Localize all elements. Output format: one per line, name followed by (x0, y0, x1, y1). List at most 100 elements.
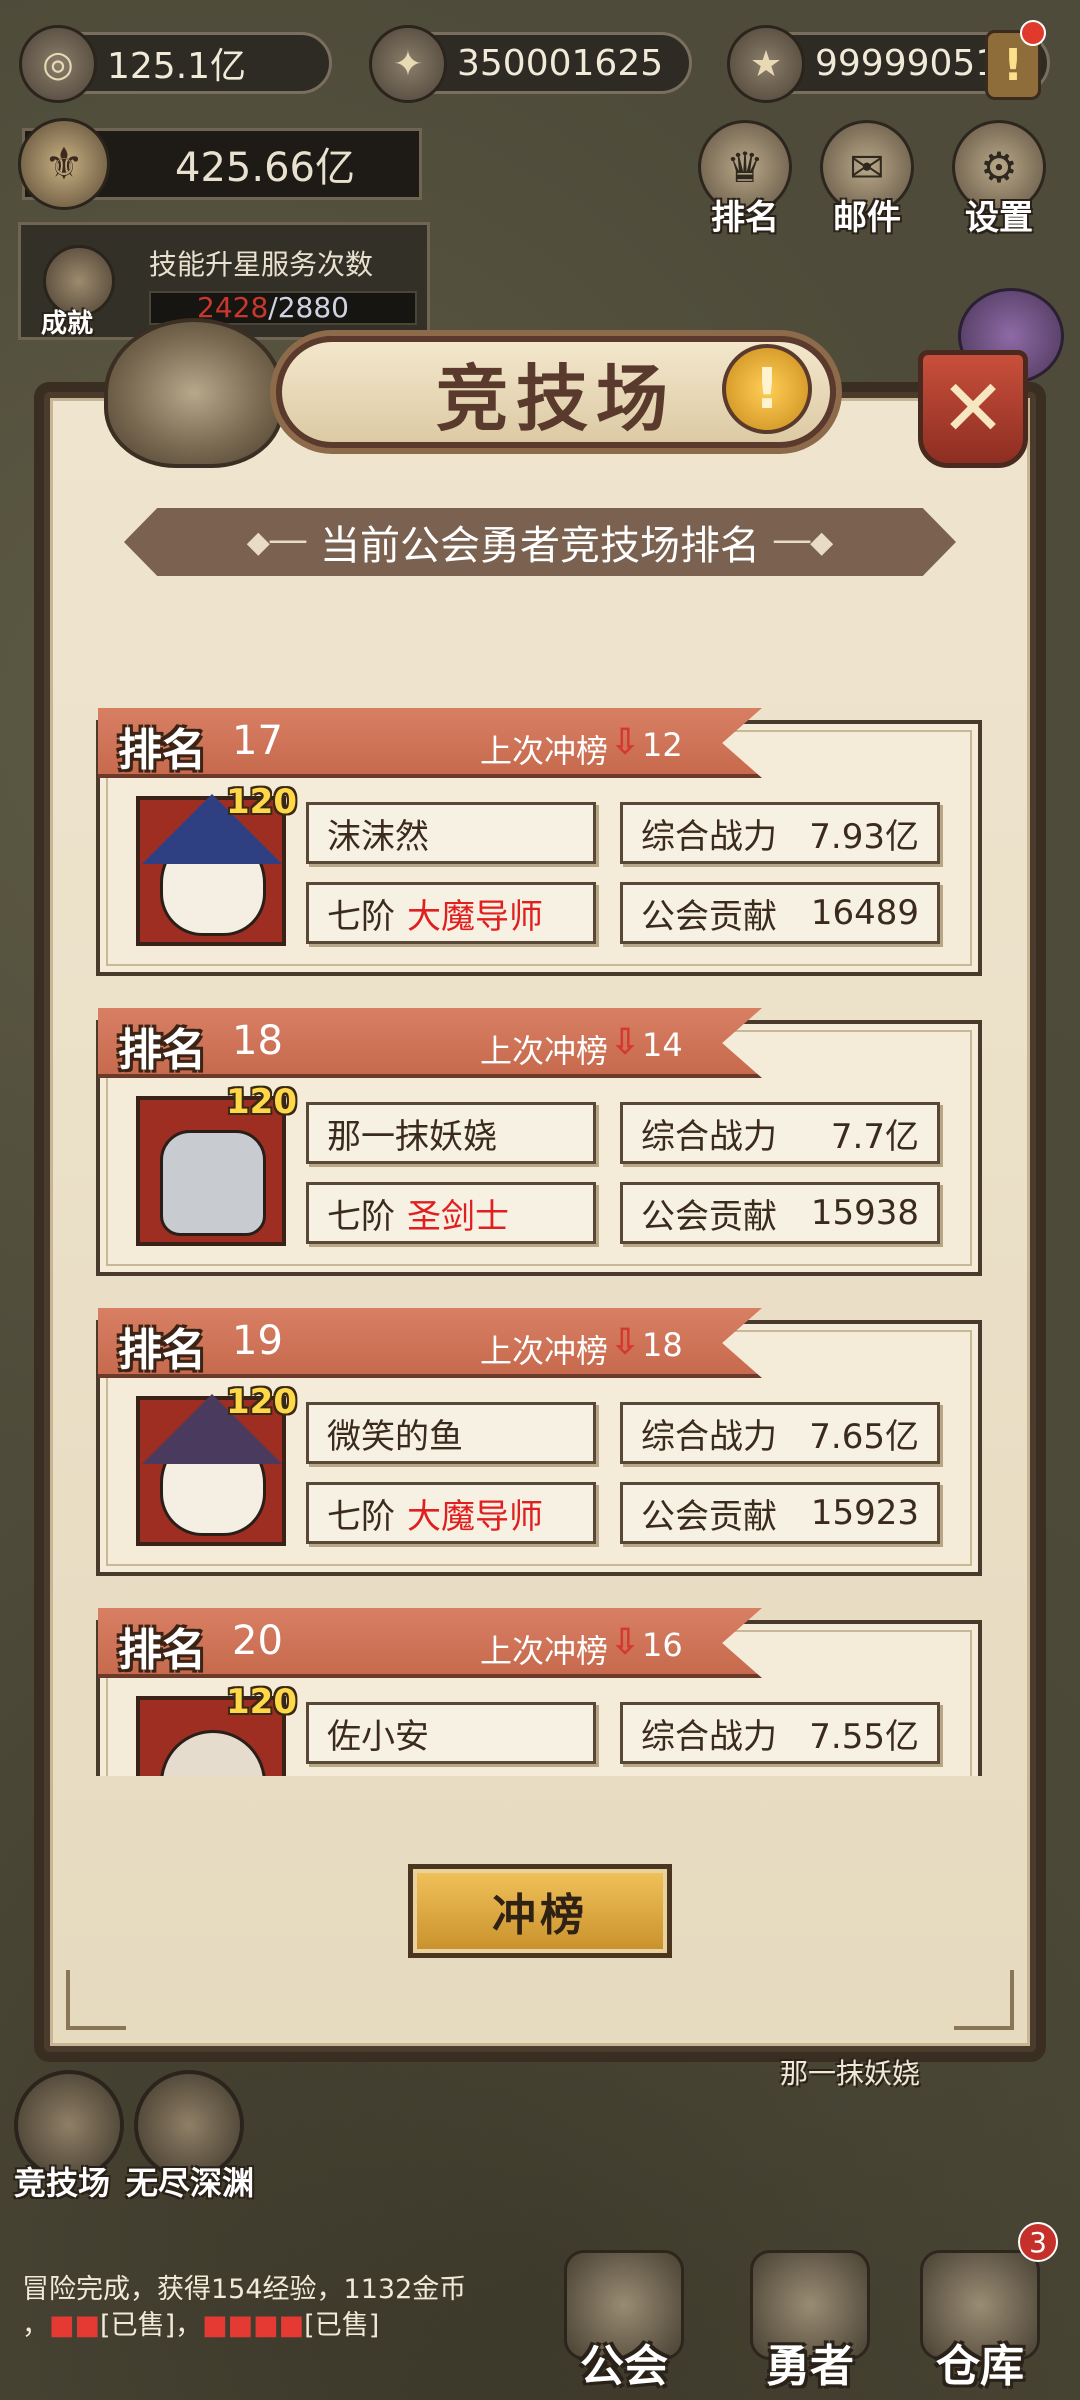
power-value: 7.55亿 (809, 1716, 919, 1757)
rank-banner: 排名 19 上次冲榜 ⇩ 18 (98, 1308, 762, 1378)
down-arrow-icon: ⇩ (610, 1322, 641, 1363)
log-item: ■■■■ (202, 2310, 305, 2341)
achievement-label: 成就 (41, 309, 94, 339)
power-value: 7.65亿 (809, 1416, 919, 1457)
subtitle-text: 当前公会勇者竞技场排名 (320, 523, 760, 569)
hero-name: 微笑的鱼 (306, 1402, 596, 1464)
ranking-list[interactable]: 排名 17 上次冲榜 ⇩ 12 120 沫沫然 七阶 大魔导师 综合战力 7.93亿… (96, 700, 986, 1776)
log-line: ，■■[已售]，■■■■[已售] (22, 2308, 492, 2344)
rank-banner: 排名 17 上次冲榜 ⇩ 12 (98, 708, 762, 778)
log-text: ， (22, 2310, 49, 2341)
warehouse-badge: 3 (1018, 2222, 1058, 2262)
hero-power: 综合战力 7.93亿 (620, 802, 940, 864)
rank-number: 20 (232, 1618, 283, 1664)
contribution-value: 16489 (810, 893, 919, 933)
rank-banner: 排名 20 上次冲榜 ⇩ 16 (98, 1608, 762, 1678)
rank-banner: 排名 18 上次冲榜 ⇩ 14 (98, 1008, 762, 1078)
hero-level: 120 (226, 1082, 297, 1122)
arena-emblem-icon (104, 318, 284, 468)
power-value: 7.93亿 (809, 816, 919, 857)
hero-level: 120 (226, 1382, 297, 1422)
divider-ornament: ──◆ (774, 524, 834, 560)
settings-button[interactable]: ⚙ 设置 (944, 120, 1054, 240)
power-emblem-icon: ⚜ (18, 118, 110, 210)
ranking-entry[interactable]: 排名 20 上次冲榜 ⇩ 16 120 佐小安 综合战力 7.55亿 (96, 1600, 986, 1776)
hero-class-name: 圣剑士 (407, 1196, 509, 1237)
log-item: ■■ (49, 2310, 101, 2341)
last-charge-value: 14 (642, 1026, 683, 1064)
hero-level: 120 (226, 1682, 297, 1722)
divider-ornament: ◆── (246, 524, 306, 560)
contribution-value: 15923 (810, 1493, 919, 1533)
hero-class: 七阶 大魔导师 (306, 882, 596, 944)
rank-label: 排名 (118, 1625, 206, 1676)
notification-dot (1020, 20, 1046, 46)
contribution-label: 公会贡献 (641, 1196, 777, 1237)
power-value: 7.7亿 (830, 1116, 919, 1157)
hero-class: 七阶 圣剑士 (306, 1182, 596, 1244)
hero-contribution: 公会贡献 15923 (620, 1482, 940, 1544)
gold-coin-icon: ◎ (19, 25, 97, 103)
contribution-value: 15938 (810, 1193, 919, 1233)
rank-button-label: 排名 (711, 198, 779, 238)
down-arrow-icon: ⇩ (610, 1622, 641, 1663)
rank-label: 排名 (118, 1325, 206, 1376)
ranking-entry[interactable]: 排名 18 上次冲榜 ⇩ 14 120 那一抹妖娆 七阶 圣剑士 综合战力 7.7亿… (96, 1000, 986, 1276)
hero-tier: 七阶 (327, 1496, 395, 1537)
power-label: 综合战力 (641, 1416, 777, 1457)
close-button[interactable]: ✕ (918, 350, 1028, 468)
nav-hero-label: 勇者 (766, 2341, 854, 2392)
hero-level: 120 (226, 782, 297, 822)
gold-counter: ◎ 125.1亿 (19, 25, 332, 103)
last-charge-value: 16 (642, 1626, 683, 1664)
hero-power: 综合战力 7.65亿 (620, 1402, 940, 1464)
adventure-log: 冒险完成，获得154经验，1132金币 ，■■[已售]，■■■■[已售] (22, 2272, 492, 2344)
charge-rank-button[interactable]: 冲榜 (408, 1864, 672, 1958)
arena-label: 竞技场 (14, 2164, 111, 2202)
last-charge-label: 上次冲榜 (480, 732, 609, 770)
hero-power: 综合战力 7.55亿 (620, 1702, 940, 1764)
nav-warehouse-label: 仓库 (936, 2341, 1024, 2392)
mail-button[interactable]: ✉ 邮件 (812, 120, 922, 240)
nav-guild-label: 公会 (580, 2341, 668, 2392)
info-icon[interactable]: ! (722, 344, 812, 434)
corner-ornament (66, 1970, 126, 2030)
rank-label: 排名 (118, 1025, 206, 1076)
nav-guild[interactable]: 公会 (534, 2250, 714, 2400)
hero-name: 沫沫然 (306, 802, 596, 864)
nav-warehouse[interactable]: 仓库 (890, 2250, 1070, 2400)
power-label: 综合战力 (641, 1716, 777, 1757)
hero-contribution: 公会贡献 15938 (620, 1182, 940, 1244)
down-arrow-icon: ⇩ (610, 1022, 641, 1063)
last-charge-label: 上次冲榜 (480, 1032, 609, 1070)
hero-contribution: 公会贡献 16489 (620, 882, 940, 944)
contribution-label: 公会贡献 (641, 1496, 777, 1537)
hero-class: 七阶 大魔导师 (306, 1482, 596, 1544)
last-charge-label: 上次冲榜 (480, 1332, 609, 1370)
log-text: [已售] (304, 2310, 380, 2341)
rank-number: 18 (232, 1018, 283, 1064)
service-title: 技能升星服务次数 (149, 248, 374, 281)
last-charge-value: 18 (642, 1326, 683, 1364)
gem-value: 350001625 (457, 42, 664, 84)
ranking-entry[interactable]: 排名 17 上次冲榜 ⇩ 12 120 沫沫然 七阶 大魔导师 综合战力 7.93亿… (96, 700, 986, 976)
settings-button-label: 设置 (965, 198, 1033, 238)
star-icon: ★ (727, 25, 805, 103)
gold-value: 125.1亿 (107, 46, 247, 87)
last-charge-value: 12 (642, 726, 683, 764)
hero-name: 那一抹妖娆 (306, 1102, 596, 1164)
hero-tier: 七阶 (327, 896, 395, 937)
service-max: /2880 (268, 291, 349, 324)
rank-number: 19 (232, 1318, 283, 1364)
ranking-entry[interactable]: 排名 19 上次冲榜 ⇩ 18 120 微笑的鱼 七阶 大魔导师 综合战力 7.65… (96, 1300, 986, 1576)
gem-counter: ✦ 350001625 (369, 25, 692, 103)
hero-tier: 七阶 (327, 1196, 395, 1237)
down-arrow-icon: ⇩ (610, 722, 641, 763)
nav-hero[interactable]: 勇者 (720, 2250, 900, 2400)
last-charge-label: 上次冲榜 (480, 1632, 609, 1670)
corner-ornament (954, 1970, 1014, 2030)
power-label: 综合战力 (641, 1116, 777, 1157)
hero-name: 佐小安 (306, 1702, 596, 1764)
rank-label: 排名 (118, 725, 206, 776)
rank-button[interactable]: ♛ 排名 (690, 120, 800, 240)
